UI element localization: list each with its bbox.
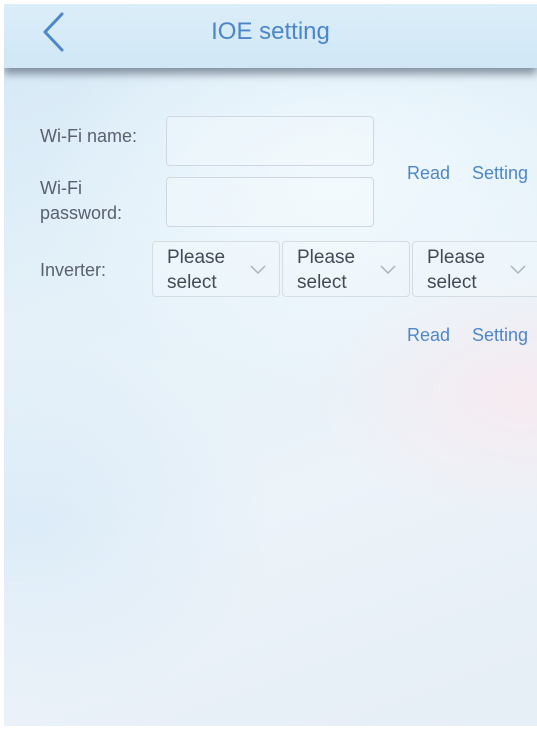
wifi-password-label-line2: password: [40, 203, 123, 223]
select-placeholder-line1: Please [167, 247, 226, 268]
select-placeholder: Please select [427, 245, 501, 295]
inverter-select-2[interactable]: Please select [282, 241, 410, 297]
select-placeholder-line2: select [167, 272, 217, 293]
wifi-name-input[interactable] [166, 116, 374, 166]
chevron-down-icon [379, 264, 397, 275]
chevron-down-icon [509, 264, 527, 275]
wifi-setting-button[interactable]: Setting [472, 161, 528, 185]
chevron-down-icon [249, 264, 267, 275]
inverter-setting-button[interactable]: Setting [472, 323, 528, 347]
inverter-select-1[interactable]: Please select [152, 241, 280, 297]
page-title: IOE setting [211, 18, 330, 45]
wifi-password-label-line1: Wi-Fi [40, 178, 82, 198]
select-placeholder-line1: Please [427, 247, 486, 268]
inverter-read-button[interactable]: Read [407, 323, 450, 347]
select-placeholder-line2: select [297, 272, 347, 293]
select-placeholder-line1: Please [297, 247, 356, 268]
select-placeholder-line2: select [427, 272, 477, 293]
app-screen: IOE setting Wi-Fi name: Wi-Fi password: … [4, 4, 537, 726]
wifi-name-label: Wi-Fi name: [40, 126, 138, 146]
wifi-password-input[interactable] [166, 177, 374, 227]
wifi-read-button[interactable]: Read [407, 161, 450, 185]
inverter-select-3[interactable]: Please select [412, 241, 537, 297]
inverter-label: Inverter: [40, 260, 107, 280]
select-placeholder: Please select [297, 245, 371, 295]
top-bar: IOE setting [4, 4, 537, 68]
select-placeholder: Please select [167, 245, 241, 295]
